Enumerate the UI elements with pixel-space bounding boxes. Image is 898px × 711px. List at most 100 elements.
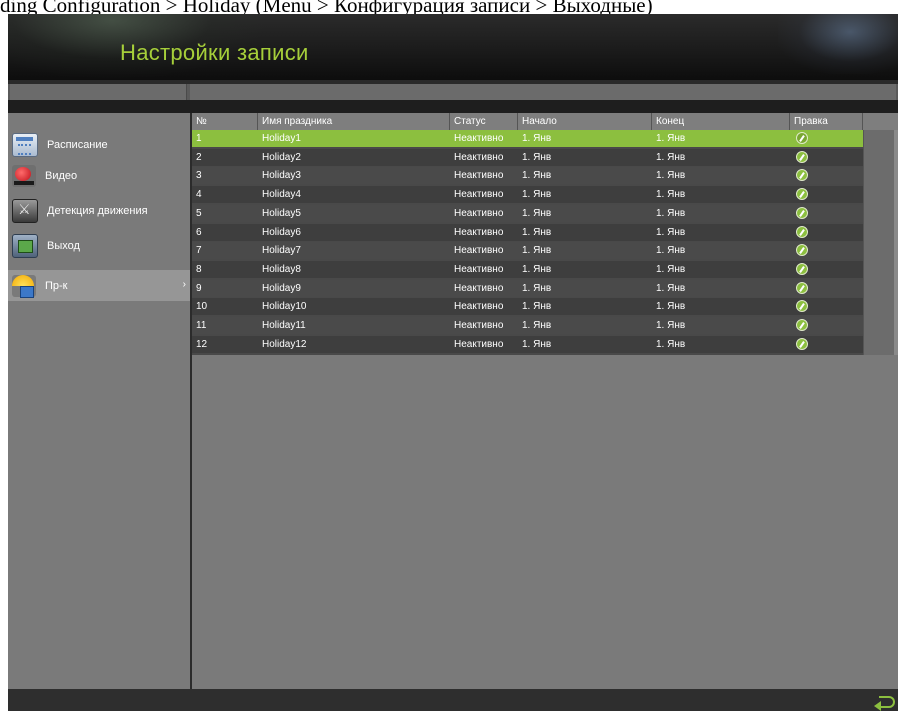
cell-status: Неактивно xyxy=(454,338,504,350)
footer-bar xyxy=(8,689,898,711)
table-row[interactable]: 1 Holiday1 Неактивно 1. Янв 1. Янв xyxy=(192,130,863,147)
edit-pencil-icon[interactable] xyxy=(796,169,808,182)
cell-status: Неактивно xyxy=(454,282,504,294)
header-col-edit: Правка xyxy=(790,113,863,130)
cell-start: 1. Янв xyxy=(522,189,552,201)
cell-holiday-name: Holiday11 xyxy=(262,320,306,331)
cell-number: 10 xyxy=(196,301,208,313)
table-row[interactable]: 11 Holiday11 Неактивно 1. Янв 1. Янв xyxy=(192,317,863,334)
cell-holiday-name: Holiday4 xyxy=(262,189,301,201)
sidebar-item-label: Видео xyxy=(45,169,78,182)
table-row[interactable]: 4 Holiday4 Неактивно 1. Янв 1. Янв xyxy=(192,186,863,204)
cell-end: 1. Янв xyxy=(656,320,686,331)
table-row[interactable]: 7 Holiday7 Неактивно 1. Янв 1. Янв xyxy=(192,242,863,260)
cell-holiday-name: Holiday8 xyxy=(262,263,301,275)
cell-status: Неактивно xyxy=(454,189,504,201)
holiday-icon xyxy=(12,274,36,298)
record-icon xyxy=(12,164,36,187)
edit-pencil-icon[interactable] xyxy=(796,281,808,294)
cell-holiday-name: Holiday12 xyxy=(262,338,307,350)
cell-holiday-name: Holiday7 xyxy=(262,245,301,257)
cell-end: 1. Янв xyxy=(656,207,686,219)
cell-end: 1. Янв xyxy=(656,282,686,294)
edit-pencil-icon[interactable] xyxy=(796,300,808,313)
cell-holiday-name: Holiday3 xyxy=(262,170,301,182)
chevron-right-icon: › xyxy=(182,279,186,290)
sidebar-item-holiday[interactable]: Пр-к › xyxy=(8,270,190,301)
edit-pencil-icon[interactable] xyxy=(796,262,808,275)
cell-number: 12 xyxy=(196,338,208,350)
cell-end: 1. Янв xyxy=(656,301,686,313)
table-scrollbar[interactable] xyxy=(863,130,898,355)
cell-number: 11 xyxy=(196,320,207,331)
cell-start: 1. Янв xyxy=(522,226,552,238)
cell-end: 1. Янв xyxy=(656,263,686,275)
edit-pencil-icon[interactable] xyxy=(796,225,808,238)
header-col-status: Статус xyxy=(450,113,518,130)
cell-holiday-name: Holiday1 xyxy=(262,133,301,144)
edit-pencil-icon[interactable] xyxy=(796,337,808,350)
back-arrow-icon[interactable] xyxy=(873,692,895,711)
table-row[interactable]: 8 Holiday8 Неактивно 1. Янв 1. Янв xyxy=(192,260,863,278)
table-row[interactable]: 5 Holiday5 Неактивно 1. Янв 1. Янв xyxy=(192,204,863,222)
edit-pencil-icon[interactable] xyxy=(796,206,808,219)
header-col-holiday-name: Имя праздника xyxy=(258,113,450,130)
table-row[interactable]: 3 Holiday3 Неактивно 1. Янв 1. Янв xyxy=(192,167,863,185)
holiday-table: № Имя праздника Статус Начало Конец Правка 1 H… xyxy=(192,113,898,689)
subheader-left xyxy=(10,84,187,100)
cell-number: 5 xyxy=(196,207,202,219)
sidebar-item-schedule[interactable]: Расписание xyxy=(8,129,190,160)
table-row[interactable]: 10 Holiday10 Неактивно 1. Янв 1. Янв xyxy=(192,298,863,316)
cell-holiday-name: Holiday6 xyxy=(262,226,301,238)
sidebar-item-label: Детекция движения xyxy=(47,204,148,217)
cell-start: 1. Янв xyxy=(522,133,552,144)
cell-number: 9 xyxy=(196,282,202,294)
cell-number: 4 xyxy=(196,189,202,201)
cell-end: 1. Янв xyxy=(656,226,686,238)
edit-pencil-icon[interactable] xyxy=(796,132,808,144)
edit-pencil-icon[interactable] xyxy=(796,188,808,201)
sidebar-item-video[interactable]: Видео xyxy=(8,160,190,191)
sidebar-item-output[interactable]: Выход xyxy=(8,230,190,261)
cell-end: 1. Янв xyxy=(656,338,686,350)
sidebar-item-label: Пр-к xyxy=(45,279,68,292)
separator-bar xyxy=(8,100,898,113)
cell-start: 1. Янв xyxy=(522,245,552,257)
cell-status: Неактивно xyxy=(454,245,504,257)
cell-status: Неактивно xyxy=(454,151,504,163)
table-header: № Имя праздника Статус Начало Конец Правка xyxy=(192,113,898,130)
header-col-number: № xyxy=(192,113,258,130)
cell-holiday-name: Holiday10 xyxy=(262,301,307,313)
cell-status: Неактивно xyxy=(454,170,504,182)
cell-holiday-name: Holiday2 xyxy=(262,151,301,163)
edit-pencil-icon[interactable] xyxy=(796,150,808,163)
header-glow xyxy=(778,14,898,74)
cell-start: 1. Янв xyxy=(522,338,552,350)
recording-settings-window: Настройки записи Расписание Видео Детекция… xyxy=(8,14,898,711)
cell-start: 1. Янв xyxy=(522,207,552,219)
cell-start: 1. Янв xyxy=(522,170,552,182)
output-icon xyxy=(12,233,38,258)
cell-number: 8 xyxy=(196,263,202,275)
sidebar-item-motion-detection[interactable]: Детекция движения xyxy=(8,195,190,226)
edit-pencil-icon[interactable] xyxy=(796,319,808,331)
table-row[interactable]: 12 Holiday12 Неактивно 1. Янв 1. Янв xyxy=(192,335,863,353)
edit-pencil-icon[interactable] xyxy=(796,244,808,257)
sidebar: Расписание Видео Детекция движения Выход Пр-… xyxy=(8,113,192,689)
table-row[interactable]: 9 Holiday9 Неактивно 1. Янв 1. Янв xyxy=(192,279,863,297)
cell-number: 2 xyxy=(196,151,202,163)
cell-status: Неактивно xyxy=(454,320,504,331)
table-row[interactable]: 6 Holiday6 Неактивно 1. Янв 1. Янв xyxy=(192,223,863,241)
cell-end: 1. Янв xyxy=(656,170,686,182)
cell-start: 1. Янв xyxy=(522,301,552,313)
table-row[interactable]: 2 Holiday2 Неактивно 1. Янв 1. Янв xyxy=(192,148,863,166)
cell-number: 1 xyxy=(196,133,202,144)
scroll-thumb[interactable] xyxy=(894,130,898,355)
sidebar-item-label: Расписание xyxy=(47,138,108,151)
cell-status: Неактивно xyxy=(454,207,504,219)
cell-end: 1. Янв xyxy=(656,133,686,144)
calendar-icon xyxy=(12,132,38,157)
cell-holiday-name: Holiday5 xyxy=(262,207,301,219)
cell-start: 1. Янв xyxy=(522,320,552,331)
cell-start: 1. Янв xyxy=(522,151,552,163)
